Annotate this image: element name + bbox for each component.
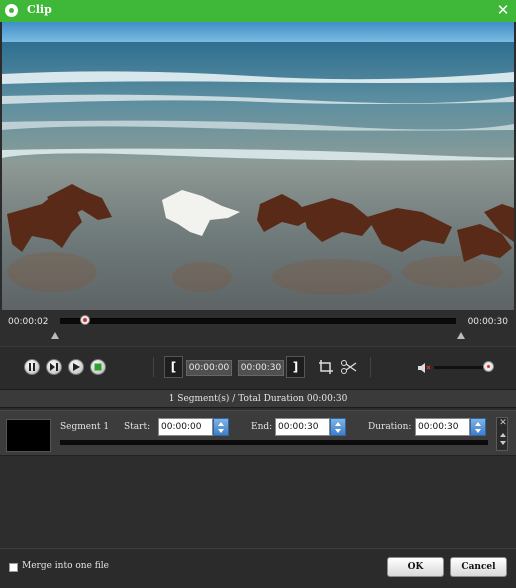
- merge-label: Merge into one file: [22, 561, 109, 571]
- separator: [153, 357, 154, 377]
- play-button[interactable]: [68, 359, 84, 375]
- start-label: Start:: [124, 422, 151, 432]
- end-label: End:: [251, 422, 273, 432]
- stop-icon: [94, 363, 102, 371]
- segment-row[interactable]: Segment 1 Start: 00:00:00 End: 00:00:30 …: [0, 410, 516, 456]
- close-button[interactable]: ✕: [495, 2, 511, 18]
- start-time-spin-arrows[interactable]: [213, 418, 229, 436]
- timeline: 00:00:02 00:00:30: [0, 310, 516, 346]
- playback-controls: [ 00:00:00 00:00:30 ]: [0, 346, 516, 388]
- stop-button[interactable]: [90, 359, 106, 375]
- segment-thumbnail: [6, 419, 51, 452]
- segment-list: Segment 1 Start: 00:00:00 End: 00:00:30 …: [0, 408, 516, 548]
- total-time: 00:00:30: [467, 317, 508, 327]
- close-icon: ✕: [496, 1, 510, 19]
- step-forward-button[interactable]: [46, 359, 62, 375]
- pause-button[interactable]: [24, 359, 40, 375]
- volume-slider[interactable]: [434, 366, 486, 369]
- start-time-input[interactable]: 00:00:00: [158, 418, 213, 436]
- duration-spin-arrows[interactable]: [470, 418, 486, 436]
- end-time-display: 00:00:30: [238, 360, 284, 376]
- video-preview: [2, 22, 514, 310]
- duration-label: Duration:: [368, 422, 412, 432]
- end-time-spin-arrows[interactable]: [330, 418, 346, 436]
- end-time-input[interactable]: 00:00:30: [275, 418, 330, 436]
- segment-name: Segment 1: [60, 422, 110, 432]
- move-down-icon[interactable]: [500, 441, 506, 445]
- title-bar: Clip ✕: [0, 0, 516, 22]
- timeline-track[interactable]: [60, 318, 456, 324]
- window-title: Clip: [27, 3, 52, 16]
- footer: Merge into one file OK Cancel: [0, 548, 516, 588]
- cut-button[interactable]: [340, 359, 357, 375]
- merge-checkbox[interactable]: [9, 563, 18, 572]
- step-forward-icon: [50, 363, 58, 371]
- playhead-thumb[interactable]: [80, 315, 90, 325]
- volume-knob[interactable]: [483, 361, 494, 372]
- segment-actions: ✕: [496, 417, 508, 451]
- set-end-button[interactable]: ]: [286, 356, 305, 378]
- ok-button[interactable]: OK: [387, 557, 444, 577]
- duration-stepper[interactable]: 00:00:30: [415, 418, 486, 436]
- segment-summary: 1 Segment(s) / Total Duration 00:00:30: [0, 389, 516, 408]
- separator: [370, 357, 371, 377]
- cancel-button[interactable]: Cancel: [450, 557, 507, 577]
- start-time-display: 00:00:00: [186, 360, 232, 376]
- pause-icon: [29, 363, 35, 371]
- play-icon: [73, 363, 80, 371]
- remove-segment-button[interactable]: ✕: [498, 418, 508, 429]
- crop-button[interactable]: [318, 359, 334, 375]
- cut-icon: [341, 360, 357, 374]
- end-marker-handle[interactable]: [457, 332, 465, 339]
- duration-input[interactable]: 00:00:30: [415, 418, 470, 436]
- app-logo-icon: [5, 4, 18, 17]
- segment-progress-track: [60, 440, 488, 445]
- set-start-button[interactable]: [: [164, 356, 183, 378]
- volume-icon[interactable]: [417, 360, 431, 374]
- crop-icon: [319, 360, 333, 374]
- move-up-icon[interactable]: [500, 433, 506, 437]
- current-time: 00:00:02: [8, 317, 49, 327]
- start-time-stepper[interactable]: 00:00:00: [158, 418, 229, 436]
- end-time-stepper[interactable]: 00:00:30: [275, 418, 346, 436]
- start-marker-handle[interactable]: [51, 332, 59, 339]
